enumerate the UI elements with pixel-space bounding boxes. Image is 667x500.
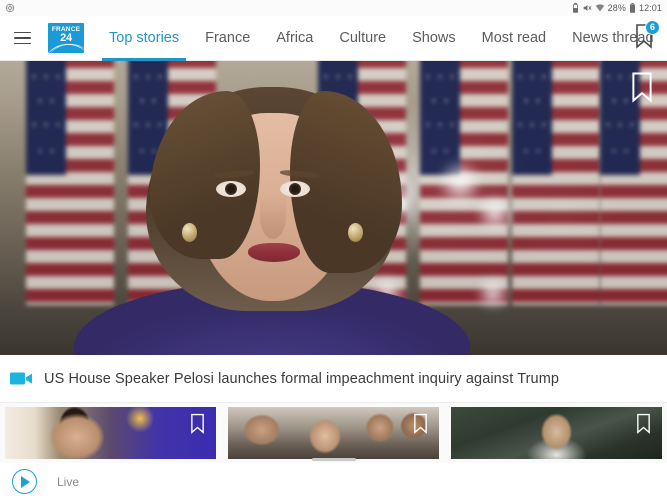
thumbnail-bookmark-button[interactable] (189, 413, 206, 434)
tab-label: Most read (481, 30, 547, 46)
play-triangle (21, 475, 30, 488)
status-bar: 28% 12:01 (0, 0, 667, 16)
status-bar-left (5, 3, 15, 13)
thumbnail-card-2[interactable] (228, 407, 439, 459)
play-circle-icon[interactable] (12, 469, 37, 494)
thumbnail-card-1[interactable] (5, 407, 216, 459)
hero-photo (0, 61, 667, 355)
us-flag (26, 61, 114, 305)
battery-percent-label: 28% (607, 3, 626, 13)
clock-label: 12:01 (638, 3, 662, 13)
thumbnail-bookmark-button[interactable] (635, 413, 652, 434)
bookmark-outline-icon (637, 413, 650, 434)
subject-lips (248, 243, 300, 262)
hero-headline-text: US House Speaker Pelosi launches formal … (44, 370, 560, 387)
subject-earring (182, 223, 197, 242)
wifi-icon (595, 3, 605, 13)
bookmark-outline-icon (632, 72, 652, 103)
tab-label: Shows (412, 30, 456, 46)
tab-label: Africa (276, 30, 314, 46)
tab-france[interactable]: France (192, 16, 263, 61)
hero-bookmark-button[interactable] (629, 71, 655, 103)
light-bokeh (478, 275, 508, 311)
subject-portrait (74, 85, 470, 355)
live-label: Live (57, 474, 80, 489)
camera-lens-icon (5, 3, 15, 13)
tab-shows[interactable]: Shows (399, 16, 469, 61)
tab-most-read[interactable]: Most read (469, 16, 559, 61)
hamburger-menu-icon[interactable] (0, 16, 44, 61)
thumbnail-bookmark-button[interactable] (412, 413, 429, 434)
mute-icon (582, 3, 592, 13)
battery-icon (629, 3, 636, 13)
light-bokeh (478, 191, 512, 235)
video-camera-icon (10, 371, 32, 386)
light-bokeh (440, 157, 480, 209)
hamburger-line (13, 42, 31, 45)
hamburger-line (13, 37, 31, 39)
tab-label: Top stories (109, 30, 180, 46)
category-tabs: Top stories France Africa Culture Shows … (96, 16, 654, 61)
battery-saver-icon (572, 3, 579, 13)
bottom-live-bar: Live (0, 458, 667, 500)
subject-nose (260, 195, 286, 239)
tab-top-stories[interactable]: Top stories (96, 16, 192, 61)
france24-logo[interactable]: FRANCE 24 (48, 23, 84, 53)
thumbnail-card-3[interactable] (451, 407, 662, 459)
tab-culture[interactable]: Culture (326, 16, 399, 61)
hero-article-image[interactable] (0, 61, 667, 355)
hamburger-line (13, 31, 31, 34)
bookmark-count-badge: 6 (645, 19, 660, 35)
tab-label: Culture (339, 30, 387, 46)
hero-headline-row[interactable]: US House Speaker Pelosi launches formal … (0, 355, 667, 403)
bookmarks-button[interactable]: 6 (621, 16, 667, 61)
tab-africa[interactable]: Africa (263, 16, 326, 61)
bookmark-outline-icon (414, 413, 427, 434)
subject-eye (216, 181, 246, 197)
subject-earring (348, 223, 363, 242)
status-bar-right: 28% 12:01 (572, 3, 662, 13)
tab-label: France (205, 30, 251, 46)
us-flag (512, 61, 600, 305)
logo-line-2: 24 (60, 32, 72, 44)
bookmark-outline-icon (191, 413, 204, 434)
subject-hair-right (290, 91, 402, 273)
thumbnail-carousel[interactable] (0, 403, 667, 463)
top-navigation-bar: FRANCE 24 Top stories France Africa Cult… (0, 16, 667, 61)
carousel-scroll-indicator[interactable] (311, 458, 356, 461)
